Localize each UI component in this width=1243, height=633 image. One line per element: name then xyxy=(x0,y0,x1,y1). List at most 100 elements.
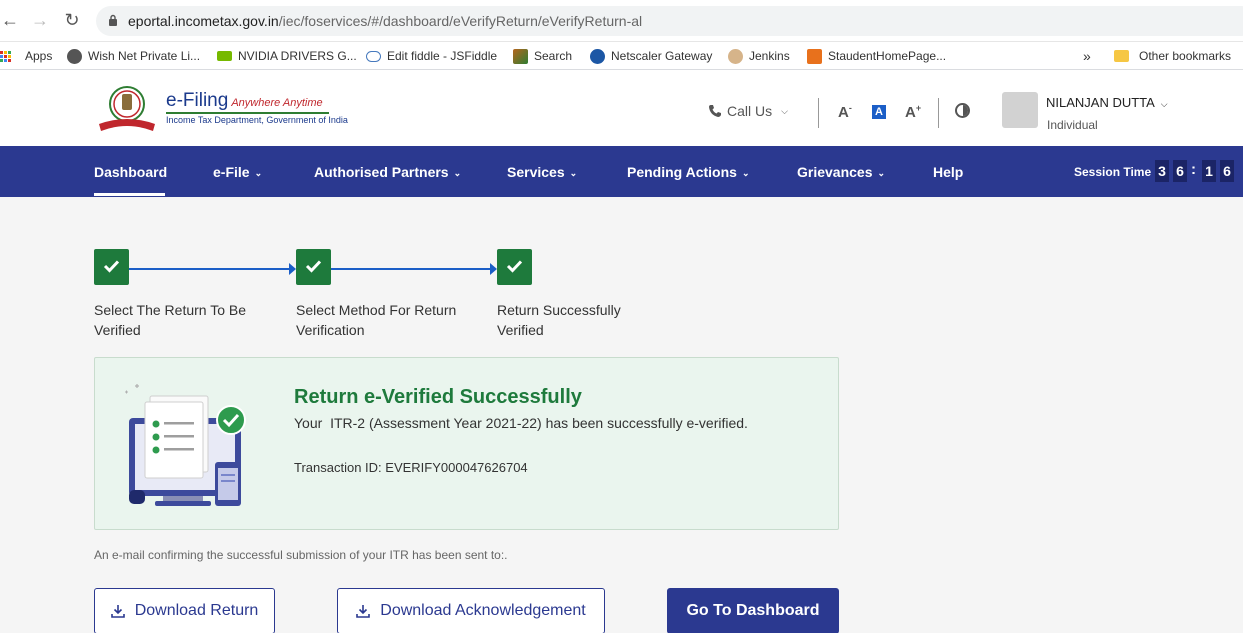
reload-icon[interactable]: ↻ xyxy=(62,10,82,30)
download-acknowledgement-label: Download Acknowledgement xyxy=(380,602,586,619)
nav-efile[interactable]: e-File ⌄ xyxy=(213,164,262,180)
font-normal-button[interactable]: A xyxy=(872,105,886,119)
bookmarks-bar: Apps Wish Net Private Li... NVIDIA DRIVE… xyxy=(0,42,1243,70)
nav-label: e-File xyxy=(213,164,250,180)
bookmark-search[interactable]: Search xyxy=(513,47,572,65)
download-icon xyxy=(356,605,371,618)
income-tax-emblem-icon xyxy=(99,86,155,131)
main-content: Select The Return To Be Verified Select … xyxy=(0,197,1243,633)
url-text: eportal.incometax.gov.in/iec/foservices/… xyxy=(128,13,642,29)
bookmark-apps[interactable]: Apps xyxy=(0,47,52,65)
download-return-button[interactable]: Download Return xyxy=(94,588,275,633)
back-arrow-icon[interactable]: ← xyxy=(0,10,20,30)
url-field[interactable]: eportal.incometax.gov.in/iec/foservices/… xyxy=(96,6,1243,36)
success-card: Return e-Verified Successfully Your ITR-… xyxy=(94,357,839,530)
header-divider xyxy=(938,98,939,128)
nav-label: Help xyxy=(933,164,964,180)
user-menu[interactable]: NILANJAN DUTTA ⌵ xyxy=(1046,95,1168,110)
user-role: Individual xyxy=(1047,118,1098,132)
go-to-dashboard-label: Go To Dashboard xyxy=(686,602,820,619)
contrast-toggle-icon[interactable] xyxy=(955,103,970,118)
step-connector xyxy=(331,268,490,270)
session-digit: 1 xyxy=(1202,160,1216,182)
other-bookmarks-label: Other bookmarks xyxy=(1139,49,1232,63)
step-3-label: Return Successfully Verified xyxy=(497,302,621,338)
user-name: NILANJAN DUTTA xyxy=(1046,95,1155,110)
bookmark-label: NVIDIA DRIVERS G... xyxy=(238,49,357,63)
nav-label: Authorised Partners xyxy=(314,164,449,180)
checkmark-icon xyxy=(103,260,120,273)
nvidia-icon xyxy=(217,51,232,61)
success-message: Your ITR-2 (Assessment Year 2021-22) has… xyxy=(294,415,748,431)
bookmark-jsfiddle[interactable]: Edit fiddle - JSFiddle xyxy=(366,47,497,65)
bookmark-jenkins[interactable]: Jenkins xyxy=(728,47,790,65)
nav-help[interactable]: Help xyxy=(933,164,963,180)
chevron-down-icon: ⌵ xyxy=(781,105,788,116)
logo-tagline: Anywhere Anytime xyxy=(231,97,323,109)
session-digit: 3 xyxy=(1155,160,1169,182)
chevron-down-icon: ⌄ xyxy=(877,168,886,178)
nav-label: Pending Actions xyxy=(627,164,737,180)
email-confirmation-note: An e-mail confirming the successful subm… xyxy=(94,548,508,562)
step-connector xyxy=(129,268,289,270)
bookmark-student[interactable]: StaudentHomePage... xyxy=(807,47,946,65)
nav-active-indicator xyxy=(94,193,165,196)
nav-services[interactable]: Services ⌄ xyxy=(507,164,577,180)
font-increase-label: A xyxy=(905,104,916,121)
nav-dashboard[interactable]: Dashboard xyxy=(94,164,167,180)
lock-icon xyxy=(109,14,117,26)
transaction-id: Transaction ID: EVERIFY000047626704 xyxy=(294,460,528,475)
chevron-down-icon: ⌄ xyxy=(741,168,750,178)
bookmark-netscaler[interactable]: Netscaler Gateway xyxy=(590,47,712,65)
logo-title-text: e-Filing xyxy=(166,90,229,111)
step-1-status xyxy=(94,249,129,285)
download-return-label: Download Return xyxy=(134,602,259,619)
bookmark-label: Netscaler Gateway xyxy=(611,49,713,63)
font-increase-button[interactable]: A+ xyxy=(905,103,921,121)
bookmark-label: StaudentHomePage... xyxy=(828,49,947,63)
bookmark-site-icon xyxy=(807,48,822,64)
step-1-label: Select The Return To Be Verified xyxy=(94,302,247,338)
browser-address-bar: ← → ↻ eportal.incometax.gov.in/iec/foser… xyxy=(0,0,1243,42)
success-title: Return e-Verified Successfully xyxy=(294,386,582,408)
nav-pending-actions[interactable]: Pending Actions ⌄ xyxy=(627,164,749,180)
call-us-button[interactable]: Call Us ⌵ xyxy=(708,103,788,119)
folder-icon xyxy=(1114,50,1129,62)
search-site-icon xyxy=(513,48,528,64)
bookmark-wishnet[interactable]: Wish Net Private Li... xyxy=(67,47,200,65)
jenkins-icon xyxy=(728,48,743,64)
avatar[interactable] xyxy=(1002,92,1038,128)
bookmark-label: Apps xyxy=(25,49,53,63)
session-time-label: Session Time xyxy=(1074,165,1152,179)
more-bookmarks-button[interactable]: » xyxy=(1083,47,1091,65)
bookmark-nvidia[interactable]: NVIDIA DRIVERS G... xyxy=(217,47,357,65)
go-to-dashboard-button[interactable]: Go To Dashboard xyxy=(667,588,839,633)
download-acknowledgement-button[interactable]: Download Acknowledgement xyxy=(337,588,605,633)
tata-icon xyxy=(590,48,605,64)
nav-grievances[interactable]: Grievances ⌄ xyxy=(797,164,885,180)
font-decrease-button[interactable]: A- xyxy=(838,103,852,121)
site-header: e-Filing Anywhere Anytime Income Tax Depa… xyxy=(0,70,1243,146)
session-colon: : xyxy=(1191,161,1196,178)
url-host: eportal.incometax.gov.in xyxy=(128,13,279,29)
apps-grid-icon xyxy=(0,50,11,62)
step-2-label: Select Method For Return Verification xyxy=(296,302,457,338)
checkmark-icon xyxy=(506,260,523,273)
logo-underline xyxy=(166,112,329,114)
main-navigation: Dashboard e-File ⌄ Authorised Partners ⌄ S… xyxy=(0,146,1243,197)
verified-computer-illustration xyxy=(125,384,246,506)
bookmark-label: Search xyxy=(534,49,573,63)
bookmark-label: Jenkins xyxy=(749,49,790,63)
arrow-right-icon xyxy=(289,263,296,275)
other-bookmarks-folder[interactable]: Other bookmarks xyxy=(1114,47,1231,65)
logo-subtitle: Income Tax Department, Government of Ind… xyxy=(166,115,348,125)
jsfiddle-icon xyxy=(366,50,381,62)
session-digit: 6 xyxy=(1173,160,1187,182)
nav-authorised-partners[interactable]: Authorised Partners ⌄ xyxy=(314,164,461,180)
header-divider xyxy=(818,98,819,128)
chevron-down-icon: ⌄ xyxy=(569,168,578,178)
logo-title: e-Filing Anywhere Anytime xyxy=(166,90,323,112)
bookmark-label: Edit fiddle - JSFiddle xyxy=(387,49,498,63)
download-icon xyxy=(110,605,125,618)
forward-arrow-icon[interactable]: → xyxy=(30,10,50,30)
